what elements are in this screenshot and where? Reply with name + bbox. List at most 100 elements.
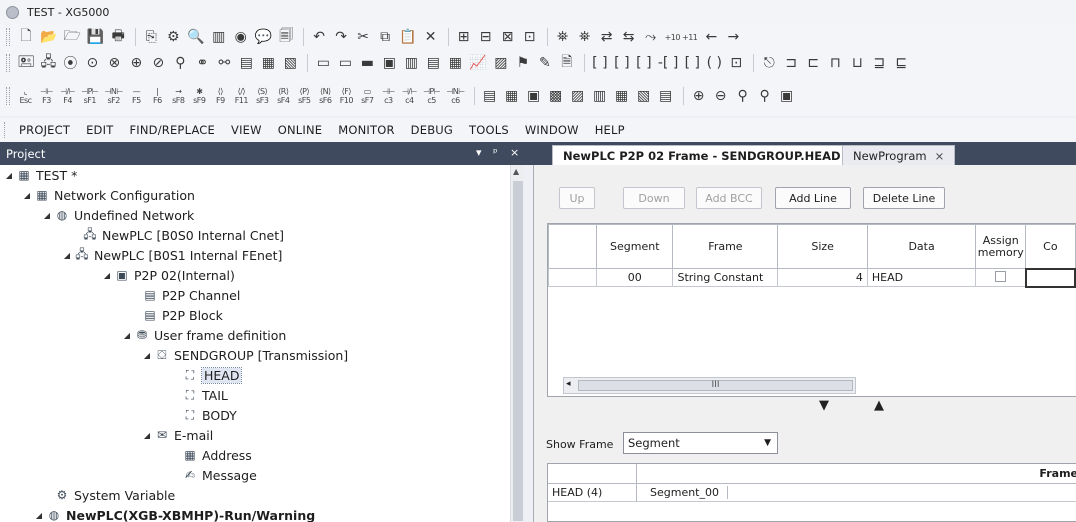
contact-5-icon[interactable]: [ ] bbox=[682, 52, 702, 74]
key-c5[interactable]: ⊣P⊢ c5 bbox=[421, 85, 442, 107]
cell-co[interactable] bbox=[1024, 267, 1076, 288]
tree-item-cnet[interactable]: 🖧 NewPLC [B0S0 Internal Cnet] bbox=[70, 225, 284, 245]
expand-icon[interactable]: ◢ bbox=[4, 171, 14, 180]
delete-line-button[interactable]: Delete Line bbox=[863, 187, 945, 209]
col-header-co[interactable]: Co bbox=[1025, 224, 1076, 269]
col-header-frame[interactable]: Frame bbox=[672, 224, 779, 269]
increment-icon[interactable]: +10 +11 bbox=[663, 26, 700, 48]
contact-2-icon[interactable]: [ ] bbox=[612, 52, 632, 74]
add-bcc-button[interactable]: Add BCC bbox=[696, 187, 762, 209]
close-doc-icon[interactable]: ⎘ bbox=[141, 26, 161, 48]
forward-icon[interactable]: → bbox=[723, 26, 743, 48]
function-icon[interactable]: ⊡ bbox=[726, 52, 746, 74]
tree-item-p2p[interactable]: ◢ ▣ P2P 02(Internal) bbox=[102, 265, 235, 285]
layout-icon[interactable]: ▣ bbox=[777, 85, 797, 107]
module-icon[interactable]: ▦ bbox=[445, 52, 465, 74]
key-f9[interactable]: ⟨⟩ F9 bbox=[211, 85, 230, 107]
trend-icon[interactable]: ▧ bbox=[280, 52, 300, 74]
find-icon[interactable]: ⛯ bbox=[553, 26, 573, 48]
redo-icon[interactable]: ↷ bbox=[331, 26, 351, 48]
tree-item-network-configuration[interactable]: ◢ ▦ Network Configuration bbox=[22, 185, 195, 205]
save-icon[interactable]: 💾 bbox=[85, 26, 106, 48]
key-c4[interactable]: ⊣/⊢ c4 bbox=[400, 85, 419, 107]
close-tab-icon[interactable]: × bbox=[935, 149, 945, 163]
copy-icon[interactable]: ⧉ bbox=[375, 26, 395, 48]
col-header-size[interactable]: Size bbox=[777, 224, 868, 269]
cell-segment[interactable]: 00 bbox=[596, 268, 674, 287]
f5-icon[interactable]: ⊓ bbox=[825, 52, 845, 74]
open-folder-icon[interactable]: 📂 bbox=[38, 26, 59, 48]
menu-view[interactable]: VIEW bbox=[223, 123, 270, 137]
write-icon[interactable]: ⊘ bbox=[148, 52, 168, 74]
find-doc-icon[interactable]: 🗐 bbox=[276, 26, 296, 48]
goto-icon[interactable]: ⤳ bbox=[641, 26, 661, 48]
monitor-start-icon[interactable]: ▤ bbox=[236, 52, 256, 74]
view-3-icon[interactable]: ▣ bbox=[524, 85, 544, 107]
tree-item-message[interactable]: ✍ Message bbox=[170, 465, 257, 485]
key-sf7[interactable]: ▭ sF7 bbox=[358, 85, 377, 107]
add-line-button[interactable]: Add Line bbox=[775, 187, 851, 209]
clear-icon[interactable]: ⚯ bbox=[214, 52, 234, 74]
tree-item-plc[interactable]: ◢ ◍ NewPLC(XGB-XBMHP)-Run/Warning bbox=[34, 505, 315, 522]
tree-item-tail[interactable]: ⛶ TAIL bbox=[170, 385, 228, 405]
key-sf4[interactable]: ⟨R⟩ sF4 bbox=[274, 85, 293, 107]
view-5-icon[interactable]: ▨ bbox=[568, 85, 588, 107]
var-1-icon[interactable]: ▦ bbox=[612, 85, 632, 107]
menu-edit[interactable]: EDIT bbox=[78, 123, 121, 137]
insert-col-icon[interactable]: ⊠ bbox=[498, 26, 518, 48]
read-icon[interactable]: ⊕ bbox=[126, 52, 146, 74]
connect-icon[interactable]: 🖭 bbox=[16, 52, 36, 74]
up-button[interactable]: Up bbox=[559, 187, 595, 209]
menu-project[interactable]: PROJECT bbox=[11, 123, 78, 137]
stop-icon[interactable]: ⊙ bbox=[82, 52, 102, 74]
bookmark-2-icon[interactable]: ⚲ bbox=[755, 85, 775, 107]
menu-grip[interactable] bbox=[4, 122, 7, 138]
show-frame-select[interactable]: Segment ▼ bbox=[623, 432, 778, 454]
device3-icon[interactable]: ▬ bbox=[357, 52, 377, 74]
menu-window[interactable]: WINDOW bbox=[517, 123, 587, 137]
contact-4-icon[interactable]: -[ ] bbox=[656, 52, 680, 74]
comment-icon[interactable]: 💬 bbox=[253, 26, 274, 48]
view-4-icon[interactable]: ▩ bbox=[546, 85, 566, 107]
list-icon[interactable]: ▤ bbox=[423, 52, 443, 74]
f6-icon[interactable]: ⊔ bbox=[847, 52, 867, 74]
view-1-icon[interactable]: ▤ bbox=[480, 85, 500, 107]
split-up-icon[interactable]: ▲ bbox=[874, 398, 884, 413]
tree-item-sendgroup[interactable]: ◢ ⛋ SENDGROUP [Transmission] bbox=[142, 345, 348, 365]
var-3-icon[interactable]: ▤ bbox=[656, 85, 676, 107]
key-f11[interactable]: ⟨/⟩ F11 bbox=[232, 85, 251, 107]
down-button[interactable]: Down bbox=[623, 187, 685, 209]
scroll-up-icon[interactable]: ▲ bbox=[513, 167, 519, 176]
tree-item-p2p-block[interactable]: ▤ P2P Block bbox=[130, 305, 222, 325]
back-icon[interactable]: ← bbox=[701, 26, 721, 48]
pane-dropdown-icon[interactable]: ▾ bbox=[476, 146, 482, 159]
zoom-out-icon[interactable]: ⊖ bbox=[711, 85, 731, 107]
print-preview-icon[interactable]: 🔍 bbox=[185, 26, 206, 48]
reset-icon[interactable]: ⚭ bbox=[192, 52, 212, 74]
sheet-icon[interactable]: ▣ bbox=[379, 52, 399, 74]
find-next-icon[interactable]: ⛯ bbox=[575, 26, 595, 48]
compare-icon[interactable]: ⚲ bbox=[170, 52, 190, 74]
print-icon[interactable]: 🖶 bbox=[108, 26, 128, 48]
pin-icon[interactable]: ᵖ bbox=[493, 146, 498, 159]
compile-icon[interactable]: ⚙ bbox=[163, 26, 183, 48]
monitor-stop-icon[interactable]: ▦ bbox=[258, 52, 278, 74]
graph-icon[interactable]: ▨ bbox=[491, 52, 511, 74]
scroll-left-icon[interactable]: ◂ bbox=[566, 379, 571, 389]
table-row[interactable]: 00 String Constant 4 HEAD bbox=[548, 267, 1076, 288]
expand-icon[interactable]: ◢ bbox=[22, 191, 32, 200]
tab-newprogram[interactable]: NewProgram × bbox=[842, 145, 956, 165]
f7-icon[interactable]: ⊒ bbox=[869, 52, 889, 74]
undo-icon[interactable]: ↶ bbox=[309, 26, 329, 48]
expand-icon[interactable]: ◢ bbox=[142, 431, 152, 440]
menu-debug[interactable]: DEBUG bbox=[403, 123, 461, 137]
key-sf2[interactable]: ⊣N⊢ sF2 bbox=[102, 85, 124, 107]
chart-icon[interactable]: 📈 bbox=[467, 52, 488, 74]
doc-icon[interactable]: 🗎 bbox=[557, 52, 577, 74]
key-f3[interactable]: ⊣⊢ F3 bbox=[37, 85, 56, 107]
edit-icon[interactable]: ✎ bbox=[535, 52, 555, 74]
tree-item-system-variable[interactable]: ⚙ System Variable bbox=[42, 485, 176, 505]
bookmark-icon[interactable]: ⚲ bbox=[733, 85, 753, 107]
assign-memory-checkbox[interactable] bbox=[975, 268, 1027, 287]
menu-tools[interactable]: TOOLS bbox=[461, 123, 517, 137]
